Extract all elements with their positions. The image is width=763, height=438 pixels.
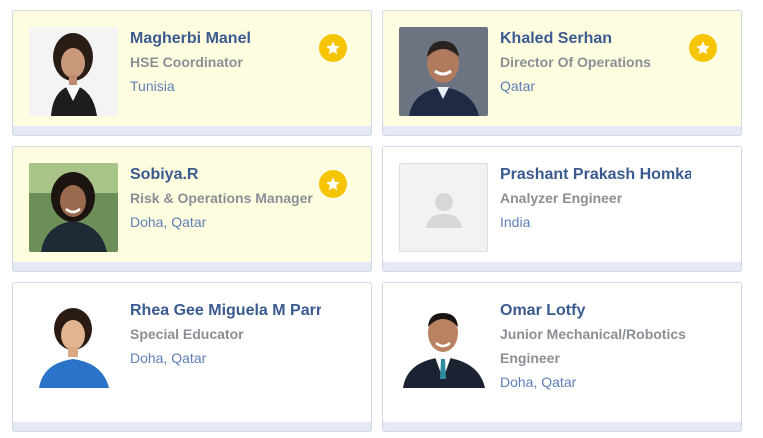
star-icon[interactable]	[319, 170, 347, 198]
profile-photo[interactable]	[399, 27, 488, 116]
profile-photo[interactable]	[399, 299, 488, 388]
card-footer	[383, 422, 741, 431]
profile-name[interactable]: Khaled Serhan	[500, 28, 691, 50]
card-footer	[13, 262, 371, 271]
star-icon[interactable]	[689, 34, 717, 62]
profile-card[interactable]: Rhea Gee Miguela M Parro Special Educato…	[12, 282, 372, 432]
profile-card[interactable]: Khaled Serhan Director Of Operations Qat…	[382, 10, 742, 136]
profile-name[interactable]: Prashant Prakash Homkar	[500, 164, 691, 186]
profile-location: Doha, Qatar	[130, 350, 207, 366]
profile-role: Analyzer Engineer	[500, 190, 623, 206]
profile-photo[interactable]	[29, 27, 118, 116]
profile-location: Doha, Qatar	[500, 374, 577, 390]
profile-card[interactable]: Omar Lotfy Junior Mechanical/Robotics En…	[382, 282, 742, 432]
card-footer	[383, 262, 741, 271]
profile-location: Tunisia	[130, 78, 175, 94]
profile-location: Doha, Qatar	[130, 214, 207, 230]
card-footer	[13, 126, 371, 135]
card-footer	[13, 422, 371, 431]
profile-name[interactable]: Magherbi Manel	[130, 28, 321, 50]
profile-location: Qatar	[500, 78, 536, 94]
profile-role: HSE Coordinator	[130, 54, 243, 70]
profile-name[interactable]: Omar Lotfy	[500, 300, 701, 322]
profile-name[interactable]: Rhea Gee Miguela M Parro	[130, 300, 321, 322]
profile-role: Junior Mechanical/Robotics Engineer	[500, 326, 686, 366]
star-icon[interactable]	[319, 34, 347, 62]
profile-photo[interactable]	[29, 163, 118, 252]
profile-card[interactable]: Sobiya.R Risk & Operations Manager Doha,…	[12, 146, 372, 272]
user-placeholder-icon	[426, 193, 462, 228]
profile-name[interactable]: Sobiya.R	[130, 164, 321, 186]
profile-photo[interactable]	[29, 299, 118, 388]
profile-role: Risk & Operations Manager	[130, 190, 313, 206]
profile-photo-placeholder[interactable]	[399, 163, 488, 252]
profile-card[interactable]: Magherbi Manel HSE Coordinator Tunisia	[12, 10, 372, 136]
profile-role: Special Educator	[130, 326, 244, 342]
profile-role: Director Of Operations	[500, 54, 651, 70]
profile-location: India	[500, 214, 531, 230]
profile-card[interactable]: Prashant Prakash Homkar Analyzer Enginee…	[382, 146, 742, 272]
card-footer	[383, 126, 741, 135]
